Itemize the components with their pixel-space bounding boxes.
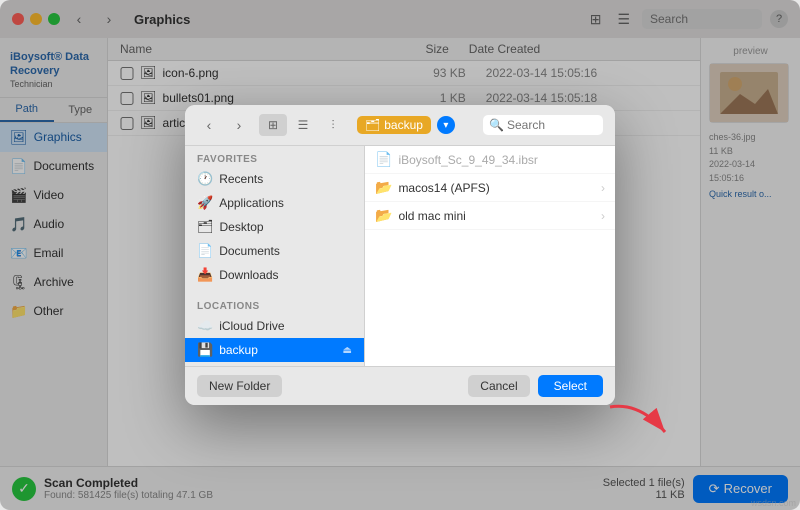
icloud-label: iCloud Drive <box>219 319 284 333</box>
chooser-item-recents[interactable]: 🕐 Recents <box>185 167 364 191</box>
locations-header: Locations <box>185 299 364 314</box>
downloads-icon: 📥 <box>197 267 213 283</box>
applications-label: Applications <box>219 196 284 210</box>
arrow-annotation <box>600 397 680 450</box>
chooser-item-documents[interactable]: 📄 Documents <box>185 239 364 263</box>
chooser-forward-button[interactable]: › <box>227 113 251 137</box>
chooser-file-row[interactable]: 📄 iBoysoft_Sc_9_49_34.ibsr <box>365 146 615 174</box>
location-badge[interactable]: 🗂 backup <box>357 116 431 134</box>
watermark: wsdsn.com <box>751 498 796 508</box>
ibsr-icon: 📄 <box>375 151 392 168</box>
chooser-toolbar: ‹ › ⊞ ☰ ⫶ 🗂 backup ▾ 🔍 <box>185 105 615 146</box>
downloads-label: Downloads <box>219 268 278 282</box>
modal-overlay: ‹ › ⊞ ☰ ⫶ 🗂 backup ▾ 🔍 <box>0 0 800 510</box>
file-chooser-dialog: ‹ › ⊞ ☰ ⫶ 🗂 backup ▾ 🔍 <box>185 105 615 405</box>
oldmac-folder-icon: 📂 <box>375 207 392 224</box>
search-icon: 🔍 <box>489 118 504 132</box>
column-view-button[interactable]: ⫶ <box>319 114 347 136</box>
chooser-footer: New Folder Cancel Select <box>185 366 615 405</box>
chooser-location: 🗂 backup ▾ <box>357 116 455 134</box>
favorites-section: Favorites 🕐 Recents 🚀 Applications 🗂 Des… <box>185 146 364 293</box>
chooser-item-desktop[interactable]: 🗂 Desktop <box>185 215 364 239</box>
oldmac-arrow: › <box>601 209 605 223</box>
select-button[interactable]: Select <box>538 375 603 397</box>
chooser-folder-row-oldmac[interactable]: 📂 old mac mini › <box>365 202 615 230</box>
chooser-sidebar: Favorites 🕐 Recents 🚀 Applications 🗂 Des… <box>185 146 365 366</box>
chooser-item-icloud[interactable]: ☁️ iCloud Drive <box>185 314 364 338</box>
macos-folder-icon: 📂 <box>375 179 392 196</box>
ibsr-name: iBoysoft_Sc_9_49_34.ibsr <box>398 153 605 167</box>
eject-icon-backup: ⏏ <box>343 345 352 356</box>
backup-label: backup <box>219 343 258 357</box>
desktop-label: Desktop <box>220 220 264 234</box>
location-dropdown-button[interactable]: ▾ <box>437 116 455 134</box>
chooser-folder-row-macos[interactable]: 📂 macos14 (APFS) › <box>365 174 615 202</box>
locations-section: Locations ☁️ iCloud Drive 💾 backup ⏏ 💾 <box>185 293 364 366</box>
macos-arrow: › <box>601 181 605 195</box>
icloud-icon: ☁️ <box>197 318 213 334</box>
desktop-icon: 🗂 <box>197 219 214 235</box>
location-name: backup <box>384 118 423 132</box>
cancel-button[interactable]: Cancel <box>468 375 529 397</box>
folder-icon: 🗂 <box>365 118 380 132</box>
macos-folder-name: macos14 (APFS) <box>398 181 595 195</box>
backup-drive-icon: 💾 <box>197 342 213 358</box>
recents-icon: 🕐 <box>197 171 213 187</box>
search-wrapper: 🔍 <box>483 115 603 135</box>
new-folder-button[interactable]: New Folder <box>197 375 282 397</box>
chooser-files: 📄 iBoysoft_Sc_9_49_34.ibsr 📂 macos14 (AP… <box>365 146 615 366</box>
applications-icon: 🚀 <box>197 195 213 211</box>
view-toggle: ⊞ ☰ ⫶ <box>259 114 347 136</box>
chooser-item-downloads[interactable]: 📥 Downloads <box>185 263 364 287</box>
arrow-svg <box>600 397 680 447</box>
chooser-item-backup[interactable]: 💾 backup ⏏ <box>185 338 364 362</box>
chooser-docs-label: Documents <box>219 244 280 258</box>
chooser-docs-icon: 📄 <box>197 243 213 259</box>
app-window: ‹ › Graphics ⊞ ☰ ? iBoysoft® Data Recove… <box>0 0 800 510</box>
chooser-body: Favorites 🕐 Recents 🚀 Applications 🗂 Des… <box>185 146 615 366</box>
oldmac-folder-name: old mac mini <box>398 209 595 223</box>
recents-label: Recents <box>219 172 263 186</box>
icon-view-button[interactable]: ⊞ <box>259 114 287 136</box>
chooser-item-applications[interactable]: 🚀 Applications <box>185 191 364 215</box>
favorites-header: Favorites <box>185 152 364 167</box>
list-view-button[interactable]: ☰ <box>289 114 317 136</box>
chooser-back-button[interactable]: ‹ <box>197 113 221 137</box>
